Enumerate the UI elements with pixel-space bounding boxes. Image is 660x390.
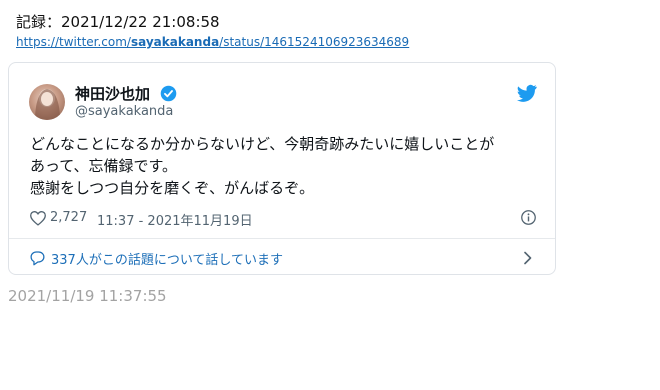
tweet-timestamp[interactable]: 11:37 - 2021年11月19日	[97, 210, 253, 229]
post-date: 2021/11/19 11:37:55	[8, 287, 167, 305]
tweet-text-line: あって、忘備録です。	[30, 157, 178, 175]
author-avatar[interactable]	[29, 84, 65, 120]
author-name[interactable]: 神田沙也加	[75, 83, 150, 104]
tweet-text-line: どんなことになるか分からないけど、今朝奇跡みたいに嬉しいことが	[30, 135, 495, 153]
tweet-text-line: 感謝をしつつ自分を磨くぞ、がんばるぞ。	[30, 179, 315, 197]
link-user: sayakakanda	[130, 35, 220, 49]
tweet-source-link[interactable]: https://twitter.com/sayakakanda/status/1…	[16, 35, 409, 49]
verified-badge-icon	[160, 85, 177, 102]
link-prefix: https://twitter.com/	[16, 35, 131, 49]
embedded-tweet-card[interactable]: 神田沙也加 @sayakakanda どんなことになるか分からないけど、今朝奇跡…	[8, 62, 556, 275]
reply-prompt: 337人がこの話題について話しています	[51, 253, 284, 268]
record-timestamp: 記録：2021/12/22 21:08:58	[16, 13, 220, 31]
twitter-bird-icon[interactable]	[517, 84, 537, 102]
speech-bubble-icon	[30, 251, 45, 266]
link-suffix: /status/1461524106923634689	[219, 35, 410, 49]
tweet-text: どんなことになるか分からないけど、今朝奇跡みたいに嬉しいことが あって、忘備録で…	[30, 133, 540, 199]
chevron-right-icon[interactable]	[523, 251, 533, 265]
info-icon[interactable]	[520, 209, 537, 226]
heart-icon[interactable]	[29, 210, 47, 226]
author-handle[interactable]: @sayakakanda	[75, 104, 173, 119]
like-count[interactable]: 2,727	[50, 210, 87, 225]
card-divider	[9, 238, 555, 239]
